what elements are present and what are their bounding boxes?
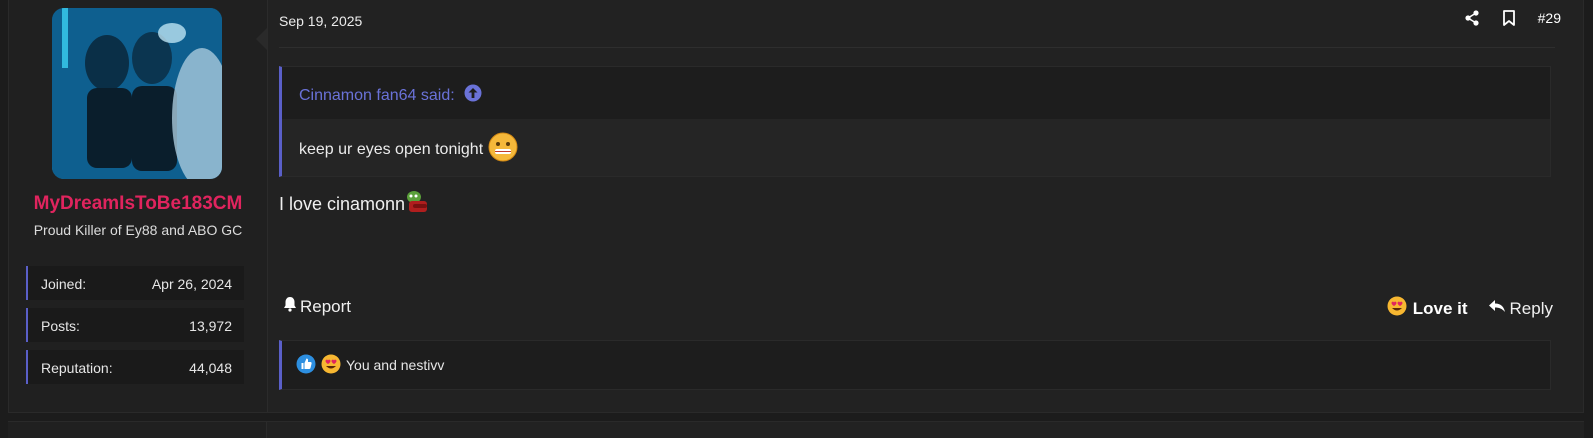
reactions-text[interactable]: You and nestivv	[346, 357, 444, 373]
zipper-mouth-emoji-icon	[488, 132, 518, 167]
quote-body: keep ur eyes open tonight	[299, 132, 518, 167]
quote-author[interactable]: Cinnamon fan64 said:	[299, 87, 455, 105]
stat-reputation: Reputation: 44,048	[26, 350, 244, 384]
avatar-image	[52, 8, 222, 179]
user-avatar[interactable]	[52, 8, 222, 179]
reactions-bar[interactable]: You and nestivv	[279, 340, 1551, 390]
post-content: Sep 19, 2025 #29 Cinnamon fan64 said: ke…	[279, 0, 1579, 412]
share-icon[interactable]	[1464, 10, 1480, 26]
header-divider	[279, 47, 1555, 48]
stat-value: Apr 26, 2024	[151, 276, 232, 292]
quote-text: keep ur eyes open tonight	[299, 140, 484, 158]
user-info-panel: MyDreamIsToBe183CM Proud Killer of Ey88 …	[9, 0, 268, 412]
heart-eyes-emoji-icon	[1387, 296, 1407, 321]
love-it-button[interactable]: Love it	[1387, 296, 1468, 321]
heart-eyes-emoji-icon	[321, 354, 341, 377]
reply-arrow-icon	[1488, 298, 1506, 319]
love-it-label[interactable]: Love it	[1413, 299, 1468, 319]
stat-label: Joined:	[41, 276, 87, 292]
post-message: I love cinamonn	[279, 190, 431, 219]
post-actions: Love it Reply	[1387, 296, 1553, 321]
arrow-up-circle-icon[interactable]	[464, 84, 482, 107]
username[interactable]: MyDreamIsToBe183CM	[9, 193, 267, 215]
message-text: I love cinamonn	[279, 194, 406, 214]
stat-posts: Posts: 13,972	[26, 308, 244, 342]
report-button[interactable]: Report	[283, 296, 351, 317]
stat-joined: Joined: Apr 26, 2024	[26, 266, 244, 300]
post-number[interactable]: #29	[1538, 10, 1561, 26]
bell-icon	[283, 296, 297, 317]
reply-button[interactable]: Reply	[1488, 298, 1553, 319]
pepe-emoji-icon	[405, 190, 431, 219]
report-label[interactable]: Report	[300, 297, 351, 317]
avatar-pointer	[256, 28, 267, 50]
stat-value: 13,972	[189, 318, 232, 334]
quote-block: Cinnamon fan64 said: keep ur eyes open t…	[279, 66, 1551, 177]
next-post-user-column	[8, 422, 267, 438]
stat-label: Reputation:	[41, 360, 113, 376]
bookmark-icon[interactable]	[1502, 10, 1516, 26]
post-date[interactable]: Sep 19, 2025	[279, 13, 362, 29]
quote-author-line[interactable]: Cinnamon fan64 said:	[299, 84, 482, 107]
stat-label: Posts:	[41, 318, 80, 334]
next-post-preview	[8, 421, 1584, 438]
stat-value: 44,048	[189, 360, 232, 376]
post-header-actions: #29	[1464, 10, 1561, 26]
user-title: Proud Killer of Ey88 and ABO GC	[33, 222, 243, 238]
forum-post: MyDreamIsToBe183CM Proud Killer of Ey88 …	[8, 0, 1584, 413]
reply-label[interactable]: Reply	[1510, 299, 1553, 319]
thumbs-up-icon	[296, 354, 316, 377]
